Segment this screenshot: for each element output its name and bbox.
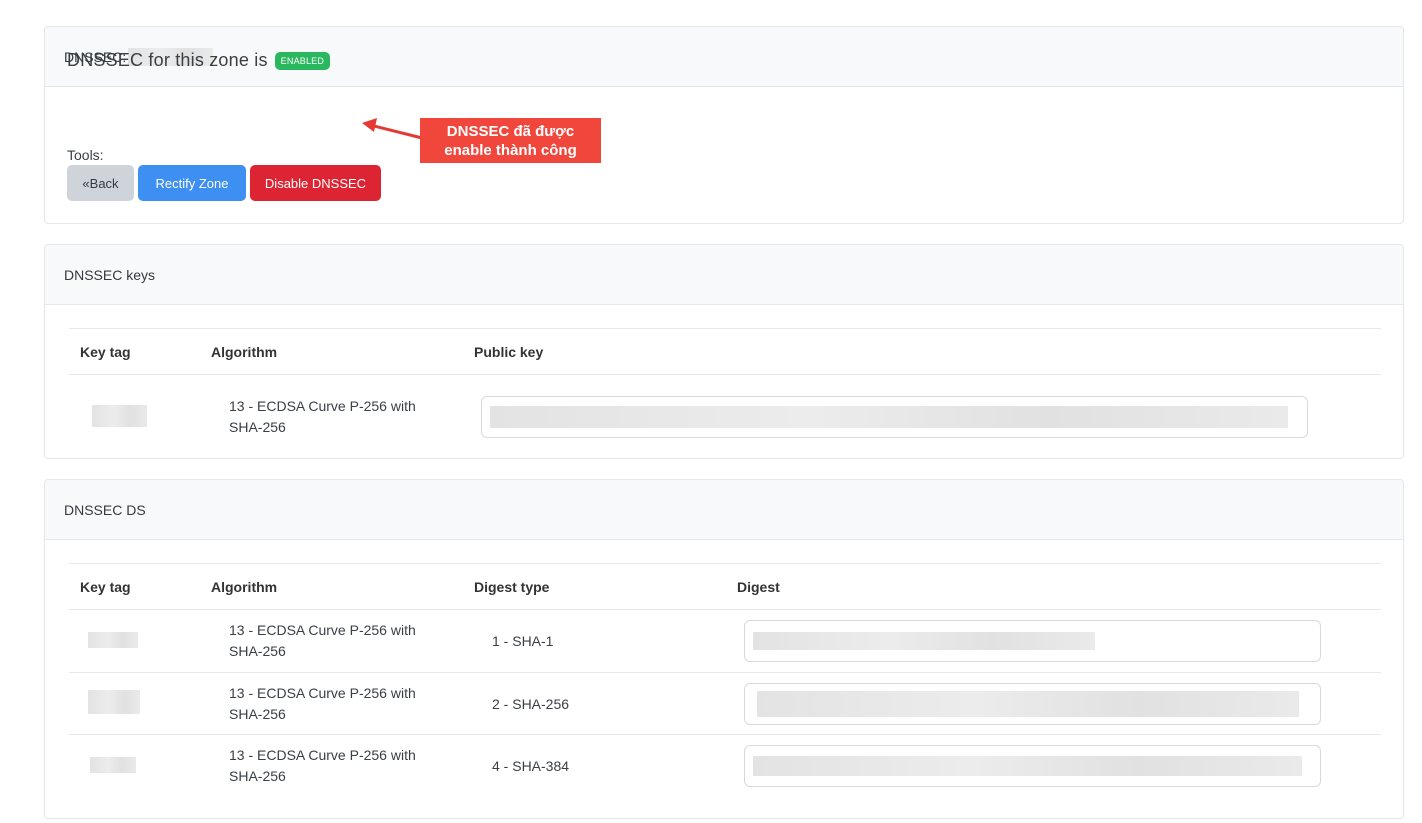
algorithm-cell: 13 - ECDSA Curve P-256 with SHA-256 bbox=[229, 398, 416, 436]
dnssec-status-card: DNSSEC: DNSSEC for this zone is ENABLED … bbox=[44, 26, 1404, 224]
digest-field[interactable] bbox=[744, 745, 1321, 788]
algorithm-cell: 13 - ECDSA Curve P-256 with SHA-256 bbox=[200, 609, 463, 673]
ds-card-header: DNSSEC DS bbox=[45, 480, 1403, 540]
table-row: 13 - ECDSA Curve P-256 with SHA-256 1 - … bbox=[69, 609, 1381, 673]
callout-arrow-icon bbox=[362, 118, 423, 140]
digest-redacted bbox=[753, 756, 1302, 777]
col-algorithm: Algorithm bbox=[200, 328, 463, 375]
key-tag-redacted bbox=[88, 690, 140, 714]
table-row: 13 - ECDSA Curve P-256 with SHA-256 4 - … bbox=[69, 735, 1381, 798]
key-tag-cell bbox=[69, 735, 200, 798]
dnssec-status: DNSSEC for this zone is ENABLED bbox=[67, 50, 331, 71]
algorithm-cell: 13 - ECDSA Curve P-256 with SHA-256 bbox=[229, 747, 416, 785]
col-key-tag: Key tag bbox=[69, 328, 200, 375]
annotation-callout: DNSSEC đã được enable thành công bbox=[420, 118, 601, 163]
col-algorithm: Algorithm bbox=[200, 563, 463, 610]
key-tag-redacted bbox=[90, 756, 136, 773]
col-digest-type: Digest type bbox=[463, 563, 726, 610]
digest-field[interactable] bbox=[744, 682, 1321, 725]
algorithm-cell: 13 - ECDSA Curve P-256 with SHA-256 bbox=[200, 672, 463, 735]
digest-redacted bbox=[753, 632, 1095, 650]
status-text: DNSSEC for this zone is bbox=[67, 50, 268, 70]
keys-card-header: DNSSEC keys bbox=[45, 245, 1403, 305]
key-tag-redacted bbox=[92, 404, 147, 427]
digest-field[interactable] bbox=[744, 620, 1321, 662]
digest-cell bbox=[726, 672, 1381, 735]
callout-line-2: enable thành công bbox=[444, 142, 577, 159]
ds-table: Key tag Algorithm Digest type Digest 13 … bbox=[69, 563, 1381, 798]
col-key-tag: Key tag bbox=[69, 563, 200, 610]
public-key-field[interactable] bbox=[481, 396, 1308, 439]
dnssec-ds-card: DNSSEC DS Key tag Algorithm Digest type … bbox=[44, 479, 1404, 819]
disable-dnssec-button[interactable]: Disable DNSSEC bbox=[250, 165, 381, 201]
callout-line-1: DNSSEC đã được bbox=[446, 123, 575, 140]
keys-table: Key tag Algorithm Public key 13 - ECDSA … bbox=[69, 328, 1381, 480]
col-digest: Digest bbox=[726, 563, 1381, 610]
table-row: 13 - ECDSA Curve P-256 with SHA-256 bbox=[69, 375, 1381, 480]
status-badge: ENABLED bbox=[274, 51, 331, 70]
key-tag-cell bbox=[69, 375, 200, 480]
digest-cell bbox=[726, 735, 1381, 798]
key-tag-cell bbox=[69, 609, 200, 673]
back-button[interactable]: «Back bbox=[67, 165, 134, 201]
public-key-cell bbox=[463, 375, 1381, 480]
key-tag-cell bbox=[69, 672, 200, 735]
digest-type-cell: 4 - SHA-384 bbox=[492, 758, 570, 775]
digest-redacted bbox=[757, 690, 1299, 717]
key-tag-redacted bbox=[88, 631, 138, 648]
table-row: 13 - ECDSA Curve P-256 with SHA-256 2 - … bbox=[69, 672, 1381, 735]
public-key-redacted bbox=[490, 406, 1288, 429]
dnssec-keys-card: DNSSEC keys Key tag Algorithm Public key… bbox=[44, 244, 1404, 459]
col-public-key: Public key bbox=[463, 328, 1381, 375]
rectify-zone-button[interactable]: Rectify Zone bbox=[138, 165, 246, 201]
digest-cell bbox=[726, 609, 1381, 673]
digest-type-cell: 2 - SHA-256 bbox=[463, 672, 726, 735]
digest-type-cell: 1 - SHA-1 bbox=[463, 609, 726, 673]
tools-label: Tools: bbox=[67, 147, 104, 163]
